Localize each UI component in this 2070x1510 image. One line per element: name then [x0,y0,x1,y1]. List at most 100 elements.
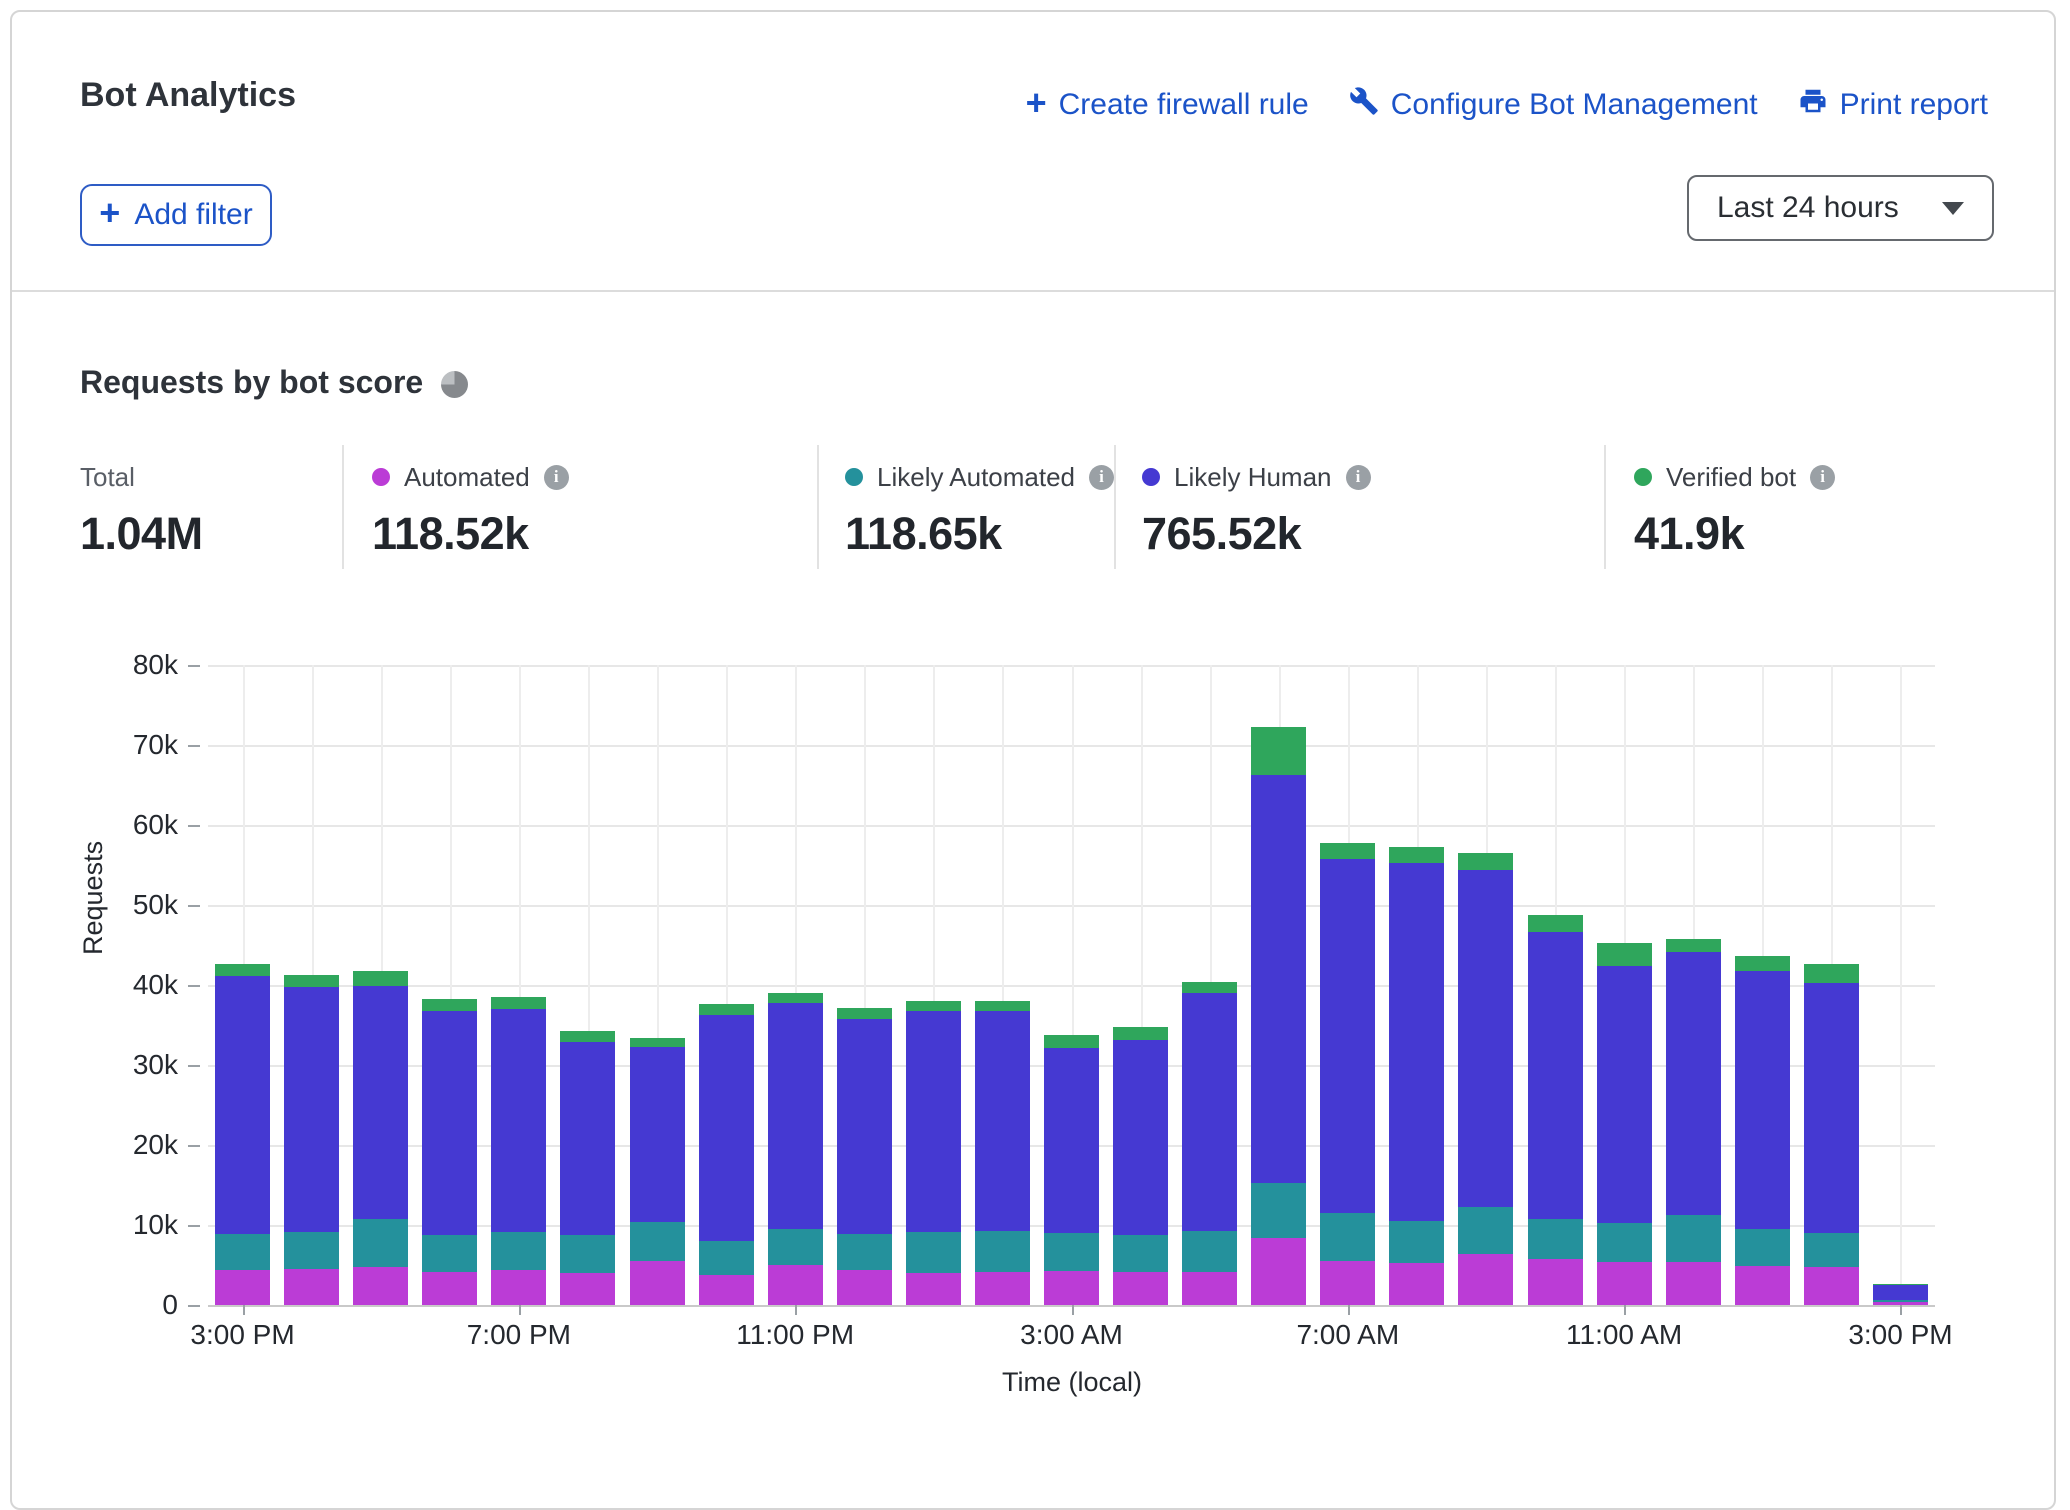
bar[interactable] [1320,843,1375,1305]
bar-segment-verified_bot [1113,1027,1168,1040]
bar[interactable] [422,999,477,1305]
stat-verified-bot: Verified bot i 41.9k [1634,460,1835,560]
bar-segment-likely_automated [1113,1235,1168,1272]
bar-segment-automated [630,1261,685,1305]
x-tick-mark [1624,1305,1626,1315]
y-tick-mark [188,985,200,987]
plus-icon: + [1026,85,1047,121]
x-tick-label: 7:00 PM [467,1319,571,1351]
info-icon[interactable]: i [1089,465,1114,490]
bar-segment-automated [422,1272,477,1305]
bar-segment-likely_human [560,1042,615,1235]
y-tick-mark [188,665,200,667]
bar-segment-verified_bot [906,1001,961,1011]
bar[interactable] [1044,1035,1099,1305]
x-axis-title: Time (local) [1002,1367,1142,1398]
bar[interactable] [1389,847,1444,1305]
bar-segment-likely_human [215,976,270,1234]
bar[interactable] [1873,1284,1928,1305]
bar-segment-verified_bot [560,1031,615,1042]
bar[interactable] [906,1001,961,1305]
x-tick-label: 7:00 AM [1296,1319,1399,1351]
bar-segment-likely_human [1666,952,1721,1215]
bar-segment-likely_automated [491,1232,546,1270]
bar[interactable] [699,1004,754,1305]
bar-segment-likely_automated [284,1232,339,1269]
bar-segment-automated [699,1275,754,1305]
bar[interactable] [1458,853,1513,1305]
bar[interactable] [284,975,339,1305]
bar-segment-automated [215,1270,270,1305]
bar-segment-automated [1666,1262,1721,1305]
bar-segment-likely_human [1528,932,1583,1219]
stat-likely-automated: Likely Automated i 118.65k [845,460,1114,560]
bar-segment-likely_automated [1804,1233,1859,1267]
stat-likely-human-label: Likely Human [1174,462,1332,493]
v-gridline [1900,665,1902,1305]
bar-segment-likely_human [1735,971,1790,1229]
bar-segment-likely_automated [1666,1215,1721,1261]
bar-segment-automated [560,1273,615,1305]
print-report-link[interactable]: Print report [1798,86,1988,124]
bar[interactable] [1251,727,1306,1305]
y-tick-mark [188,1305,200,1307]
configure-bot-management-link[interactable]: Configure Bot Management [1349,86,1758,124]
y-tick-mark [188,905,200,907]
bar[interactable] [1113,1027,1168,1305]
bar[interactable] [1804,964,1859,1305]
bar[interactable] [630,1038,685,1305]
bar-segment-likely_automated [215,1234,270,1270]
bar[interactable] [560,1031,615,1305]
add-filter-button[interactable]: + Add filter [80,184,272,246]
bar-segment-likely_human [906,1011,961,1232]
bar-segment-automated [1528,1259,1583,1305]
bar[interactable] [1735,956,1790,1305]
bar-segment-verified_bot [1735,956,1790,970]
configure-bot-management-label: Configure Bot Management [1391,88,1758,122]
bar[interactable] [353,971,408,1305]
x-tick-label: 3:00 PM [1848,1319,1952,1351]
stat-divider [342,445,344,569]
bar-segment-verified_bot [1804,964,1859,982]
y-tick-mark [188,1225,200,1227]
x-tick-label: 3:00 AM [1020,1319,1123,1351]
bar[interactable] [1597,943,1652,1305]
bar-segment-automated [284,1269,339,1305]
bar[interactable] [975,1001,1030,1305]
bar[interactable] [837,1008,892,1305]
x-tick-mark [1348,1305,1350,1315]
bar[interactable] [768,993,823,1305]
bar-segment-automated [1389,1263,1444,1305]
create-firewall-rule-link[interactable]: + Create firewall rule [1026,87,1309,123]
bar-segment-likely_human [768,1003,823,1229]
info-icon[interactable]: i [1346,465,1371,490]
bar-segment-likely_human [491,1009,546,1232]
bar-segment-likely_human [1389,863,1444,1220]
bar-segment-automated [1251,1238,1306,1305]
time-range-select[interactable]: Last 24 hours [1687,175,1994,241]
y-tick-label: 30k [58,1049,178,1081]
bar[interactable] [1666,939,1721,1305]
page-title: Bot Analytics [80,76,296,115]
stat-total-value: 1.04M [80,508,203,560]
bar[interactable] [1182,982,1237,1305]
info-icon[interactable]: i [544,465,569,490]
stat-verified-bot-label: Verified bot [1666,462,1796,493]
chevron-down-icon [1942,202,1964,215]
bar[interactable] [215,964,270,1305]
requests-chart: Requests Time (local) 010k20k30k40k50k60… [12,655,2058,1415]
header-divider [12,290,2054,292]
x-tick-label: 11:00 PM [736,1319,854,1351]
bar-segment-automated [906,1273,961,1305]
bar-segment-likely_human [1873,1285,1928,1300]
bar-segment-automated [768,1265,823,1305]
bar-segment-verified_bot [284,975,339,987]
bar[interactable] [491,997,546,1305]
stat-divider [1114,445,1116,569]
bar-segment-likely_human [1804,983,1859,1233]
bar[interactable] [1528,915,1583,1305]
stat-likely-human: Likely Human i 765.52k [1142,460,1371,560]
x-tick-mark [519,1305,521,1315]
info-icon[interactable]: i [1810,465,1835,490]
x-tick-label: 11:00 AM [1566,1319,1682,1351]
